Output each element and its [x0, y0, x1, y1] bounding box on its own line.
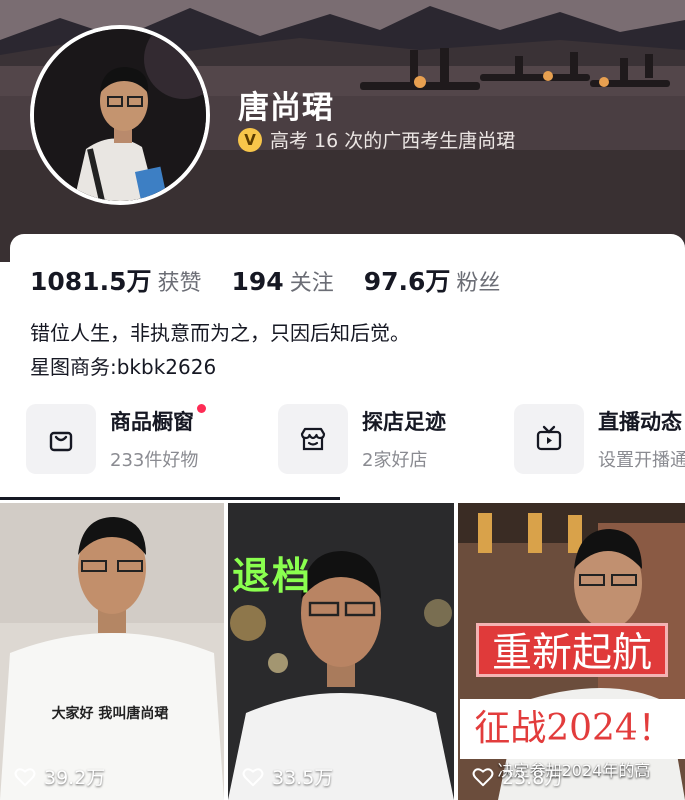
feature-shop-title: 商品橱窗 — [110, 410, 194, 434]
verified-badge-icon: V — [238, 127, 262, 152]
feature-store-title: 探店足迹 — [362, 410, 446, 434]
nickname: 唐尚珺 — [238, 90, 334, 126]
feature-live-updates[interactable]: 直播动态 设置开播通 — [514, 404, 685, 474]
video-2-likes: 33.5万 — [242, 763, 333, 790]
video-1-likes: 39.2万 — [14, 763, 105, 790]
verification-row: V 高考 16 次的广西考生唐尚珺 — [238, 126, 515, 153]
following-count[interactable]: 194 — [232, 267, 284, 296]
verification-text: 高考 16 次的广西考生唐尚珺 — [270, 130, 516, 152]
feature-entries: 商品橱窗 233件好物 探店足迹 2家好店 直播动态 设置开播通 — [26, 404, 685, 480]
video-1-image — [0, 503, 224, 800]
feature-shop-window[interactable]: 商品橱窗 233件好物 — [26, 404, 206, 474]
video-3-likes: 23.8万 — [472, 763, 563, 790]
heart-icon — [242, 767, 264, 786]
profile-info-card: 1081.5万 获赞 194 关注 97.6万 粉丝 错位人生，非执意而为之，只… — [10, 234, 685, 504]
notification-dot — [197, 404, 206, 413]
video-1-like-count: 39.2万 — [44, 767, 106, 789]
video-3-subtitle-banner: 征战2024！ — [460, 699, 685, 759]
followers-label[interactable]: 粉丝 — [456, 265, 500, 297]
heart-icon — [14, 767, 36, 786]
bio-line-1: 错位人生，非执意而为之，只因后知后觉。 — [30, 321, 410, 345]
feature-store-visits[interactable]: 探店足迹 2家好店 — [278, 404, 446, 474]
video-1-caption: 大家好 我叫唐尚珺 — [51, 706, 169, 722]
video-2-like-count: 33.5万 — [272, 767, 334, 789]
tab-indicator — [0, 497, 340, 500]
feature-store-subtitle: 2家好店 — [362, 450, 428, 471]
bio: 错位人生，非执意而为之，只因后知后觉。 星图商务:bkbk2626 — [30, 316, 410, 384]
avatar[interactable] — [30, 25, 210, 205]
video-thumbnail-2[interactable]: 退档 33.5万 — [228, 503, 454, 800]
likes-count: 1081.5万 — [30, 267, 152, 296]
video-thumbnail-3[interactable]: 重新起航 征战2024！ 决定参加2024年的高 23.8万 — [458, 503, 685, 800]
avatar-photo — [34, 29, 206, 201]
tv-icon — [514, 404, 584, 474]
video-3-title-banner: 重新起航 — [476, 623, 668, 677]
feature-live-title: 直播动态 — [598, 410, 682, 434]
stats-row: 1081.5万 获赞 194 关注 97.6万 粉丝 — [30, 262, 530, 298]
storefront-icon — [278, 404, 348, 474]
profile-cover: 唐尚珺 V 高考 16 次的广西考生唐尚珺 — [0, 0, 685, 262]
shopping-bag-icon — [26, 404, 96, 474]
bio-line-2: 星图商务:bkbk2626 — [30, 355, 217, 379]
video-3-like-count: 23.8万 — [502, 767, 564, 789]
feature-shop-subtitle: 233件好物 — [110, 450, 199, 471]
video-2-caption: 退档 — [232, 554, 313, 598]
followers-count[interactable]: 97.6万 — [364, 262, 451, 298]
video-thumbnail-1[interactable]: 大家好 我叫唐尚珺 39.2万 — [0, 503, 224, 800]
feature-live-subtitle: 设置开播通 — [598, 450, 685, 471]
likes-label[interactable]: 获赞 — [157, 265, 201, 297]
heart-icon — [472, 767, 494, 786]
video-grid: 大家好 我叫唐尚珺 39.2万 退档 33.5万 重新起航 征战2024！ 决定… — [0, 503, 685, 800]
following-label[interactable]: 关注 — [290, 265, 334, 297]
